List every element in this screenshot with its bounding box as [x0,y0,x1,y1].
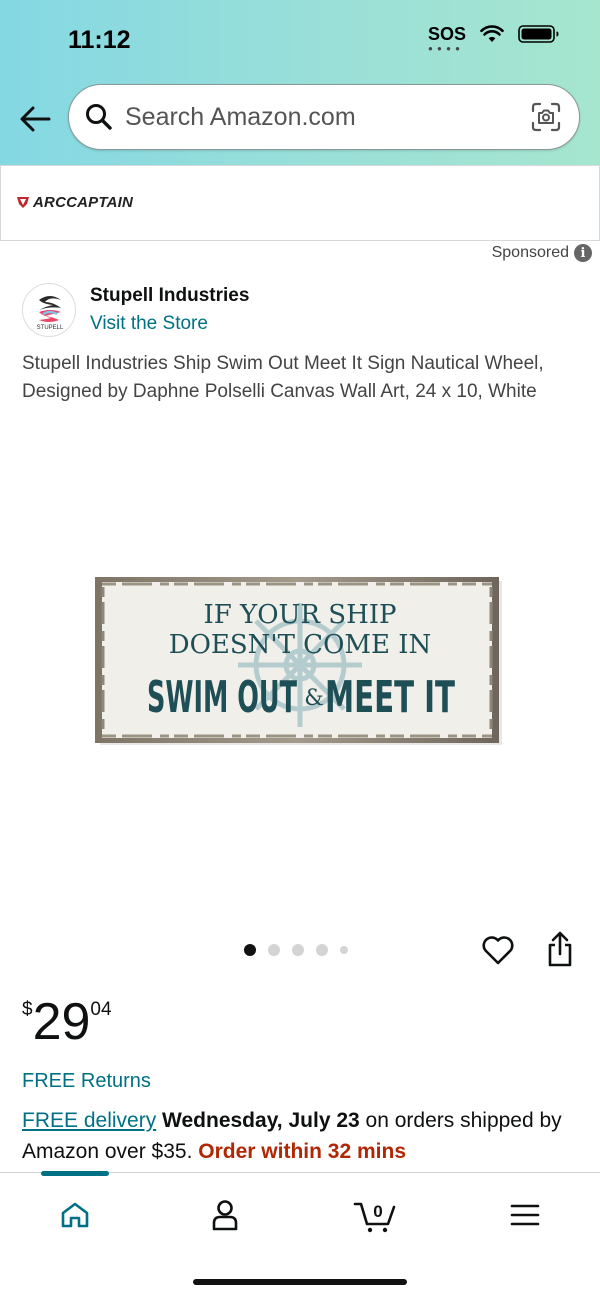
sos-indicator: SOS ● ● ● ● [427,24,466,53]
canvas-sign-image: IF YOUR SHIP DOESN'T COME IN SWIM OUT & … [95,577,502,745]
delivery-info: FREE delivery Wednesday, July 23 on orde… [22,1105,588,1167]
search-input[interactable] [125,97,505,137]
store-logo[interactable]: STUPELL [22,283,76,337]
product-title: Stupell Industries Ship Swim Out Meet It… [22,353,544,402]
nav-account[interactable] [195,1193,255,1237]
cart-icon: 0 [353,1202,396,1233]
store-logo-graphic: STUPELL [37,296,64,331]
person-icon [212,1200,238,1231]
sponsored-label[interactable]: Sponsored i [492,244,592,262]
back-arrow-icon [20,106,51,132]
store-name[interactable]: Stupell Industries [90,285,249,307]
sponsored-text: Sponsored [491,244,569,261]
menu-icon [510,1204,540,1226]
carousel-dot[interactable] [316,944,328,956]
cart-count: 0 [373,1202,382,1221]
nav-cart[interactable]: 0 [345,1193,405,1237]
price-fraction: 04 [90,999,112,1020]
shield-logo-icon [17,197,29,208]
header-bar: 11:12 SOS ● ● ● ● [0,0,600,165]
sos-label: SOS [427,24,466,44]
carousel-dot[interactable] [340,946,348,954]
free-delivery-link[interactable]: FREE delivery [22,1109,156,1132]
signal-dots-icon: ● ● ● ● [427,44,461,53]
sign-text-ampersand: & [304,686,324,711]
order-within: Order within 32 mins [198,1140,406,1163]
store-text: Stupell Industries Visit the Store [90,285,249,335]
search-bar[interactable] [68,84,580,150]
visit-store-link[interactable]: Visit the Store [90,313,249,335]
ad-brand-logo: ARCCAPTAIN [16,194,133,211]
status-icons: SOS ● ● ● ● [427,24,560,53]
home-indicator [193,1279,407,1285]
status-time: 11:12 [68,26,131,54]
battery-icon [518,25,559,43]
image-carousel-dots [244,944,348,956]
nav-home[interactable] [45,1193,105,1237]
store-row: STUPELL Stupell Industries Visit the Sto… [22,283,249,337]
share-icon [548,931,572,967]
search-icon [86,104,112,130]
ad-brand-name: ARCCAPTAIN [33,194,134,211]
sponsored-ad-banner[interactable]: ARCCAPTAIN [0,165,600,241]
active-tab-indicator [41,1171,109,1176]
wishlist-button[interactable] [481,934,515,971]
share-button[interactable] [545,930,575,973]
free-returns-link[interactable]: FREE Returns [22,1070,151,1093]
wifi-icon [480,25,504,42]
carousel-dot[interactable] [292,944,304,956]
back-button[interactable] [14,98,56,140]
product-image[interactable]: IF YOUR SHIP DOESN'T COME IN SWIM OUT & … [92,575,502,745]
price: $ 29 04 [22,994,112,1050]
sign-text-line2: DOESN'T COME IN [169,630,432,660]
price-whole: 29 [32,993,91,1051]
delivery-date: Wednesday, July 23 [162,1109,360,1132]
heart-icon [482,936,514,965]
carousel-dot[interactable] [244,944,256,956]
sign-text-swim-out: SWIM OUT [147,672,297,723]
store-logo-text: STUPELL [37,325,64,331]
camera-lens-icon[interactable] [531,102,561,132]
home-icon [61,1202,89,1228]
sign-text-line1: IF YOUR SHIP [203,600,396,630]
nav-menu[interactable] [495,1193,555,1237]
info-icon: i [574,244,592,262]
price-currency-symbol: $ [22,999,33,1020]
sign-text-meet-it: MEET IT [325,672,455,723]
carousel-dot[interactable] [268,944,280,956]
